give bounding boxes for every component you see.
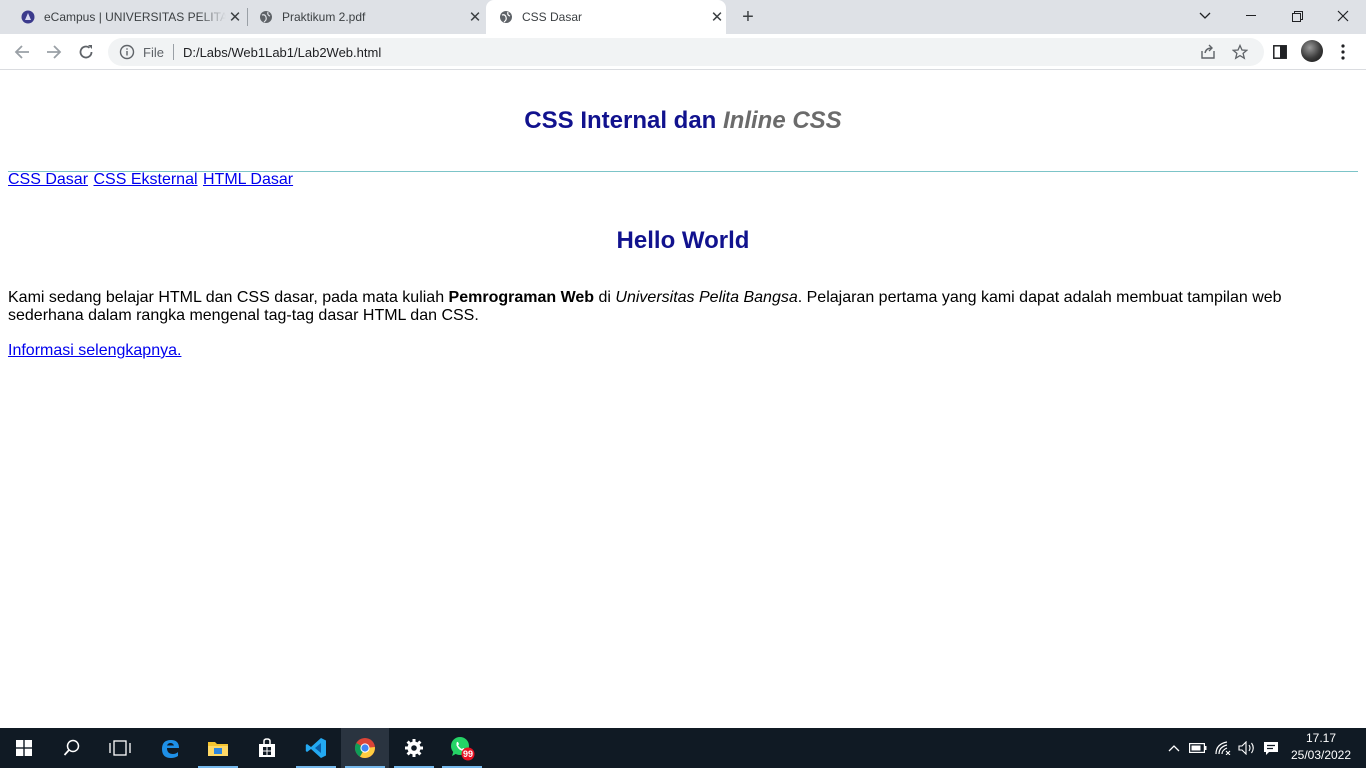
paragraph-text: Kami sedang belajar HTML dan CSS dasar, … [8, 289, 449, 306]
side-panel-icon[interactable] [1270, 42, 1290, 62]
notification-icon[interactable] [1260, 728, 1282, 768]
scheme-label: File [143, 44, 164, 60]
tab-search-chevron-icon[interactable] [1182, 0, 1228, 32]
task-view-icon[interactable] [96, 728, 144, 768]
edge-icon[interactable] [146, 728, 194, 768]
tab-separator [247, 8, 248, 26]
globe-icon [258, 9, 274, 25]
menu-kebab-icon[interactable] [1336, 42, 1350, 62]
taskbar-clock[interactable]: 17.17 25/03/2022 [1284, 730, 1358, 764]
tab-css-dasar[interactable]: CSS Dasar ✕ [486, 0, 726, 34]
globe-icon [498, 9, 514, 25]
info-icon[interactable] [119, 44, 135, 60]
header-title-main: CSS Internal dan [524, 107, 723, 134]
omnibox-divider [172, 44, 174, 60]
battery-icon[interactable] [1187, 728, 1209, 768]
settings-icon[interactable] [390, 728, 438, 768]
search-icon[interactable] [48, 728, 96, 768]
web-page: CSS Internal dan Inline CSS CSS Dasar CS… [0, 71, 1366, 728]
close-tab-icon[interactable]: ✕ [466, 8, 484, 26]
clock-date: 25/03/2022 [1290, 748, 1352, 762]
tab-title: CSS Dasar [522, 10, 583, 24]
page-header-title: CSS Internal dan Inline CSS [0, 107, 1366, 135]
paragraph-bold: Pemrograman Web [448, 289, 595, 306]
wifi-icon[interactable] [1212, 728, 1234, 768]
tab-ecampus[interactable]: eCampus | UNIVERSITAS PELITA B ✕ [12, 0, 244, 34]
header-title-italic: Inline CSS [723, 107, 842, 134]
windows-taskbar: 99 17.17 25/03/2022 [0, 728, 1366, 768]
vscode-icon[interactable] [292, 728, 340, 768]
clock-time: 17.17 [1305, 731, 1337, 745]
whatsapp-badge: 99 [463, 749, 473, 759]
tab-title: Praktikum 2.pdf [282, 10, 366, 24]
browser-toolbar: File D:/Labs/Web1Lab1/Lab2Web.html [0, 34, 1366, 70]
nav-link-css-dasar[interactable]: CSS Dasar [8, 171, 88, 188]
bookmark-star-icon[interactable] [1230, 42, 1250, 62]
university-logo-icon [20, 9, 36, 25]
hello-heading: Hello World [616, 227, 750, 254]
tab-strip: eCampus | UNIVERSITAS PELITA B ✕ Praktik… [0, 0, 1366, 34]
file-explorer-icon[interactable] [194, 728, 242, 768]
chevron-up-icon[interactable] [1164, 728, 1184, 768]
close-tab-icon[interactable]: ✕ [226, 8, 244, 26]
whatsapp-icon[interactable]: 99 [438, 728, 486, 768]
close-tab-icon[interactable]: ✕ [708, 8, 726, 26]
share-icon[interactable] [1198, 42, 1218, 62]
close-window-icon[interactable] [1320, 0, 1366, 32]
profile-avatar[interactable] [1301, 40, 1323, 62]
store-icon[interactable] [243, 728, 291, 768]
back-arrow-icon[interactable] [8, 38, 36, 66]
nav-link-html-dasar[interactable]: HTML Dasar [203, 171, 293, 188]
paragraph-italic: Universitas Pelita Bangsa [615, 289, 798, 306]
more-info-link[interactable]: Informasi selengkapnya. [8, 342, 181, 360]
address-bar[interactable]: File D:/Labs/Web1Lab1/Lab2Web.html [108, 38, 1264, 66]
restore-icon[interactable] [1274, 0, 1320, 32]
nav-links: CSS Dasar CSS Eksternal HTML Dasar [8, 171, 294, 189]
paragraph-text: di [594, 289, 616, 306]
minimize-icon[interactable] [1228, 0, 1274, 32]
reload-icon[interactable] [72, 38, 100, 66]
nav-link-css-eksternal[interactable]: CSS Eksternal [93, 171, 197, 188]
new-tab-button[interactable]: + [736, 5, 760, 29]
chrome-icon[interactable] [341, 728, 389, 768]
url-text[interactable]: D:/Labs/Web1Lab1/Lab2Web.html [183, 45, 381, 60]
forward-arrow-icon[interactable] [40, 38, 68, 66]
start-icon[interactable] [0, 728, 48, 768]
tab-title: eCampus | UNIVERSITAS PELITA B [44, 10, 226, 24]
volume-icon[interactable] [1236, 728, 1258, 768]
intro-paragraph: Kami sedang belajar HTML dan CSS dasar, … [8, 289, 1328, 325]
tab-praktikum[interactable]: Praktikum 2.pdf ✕ [250, 0, 484, 34]
